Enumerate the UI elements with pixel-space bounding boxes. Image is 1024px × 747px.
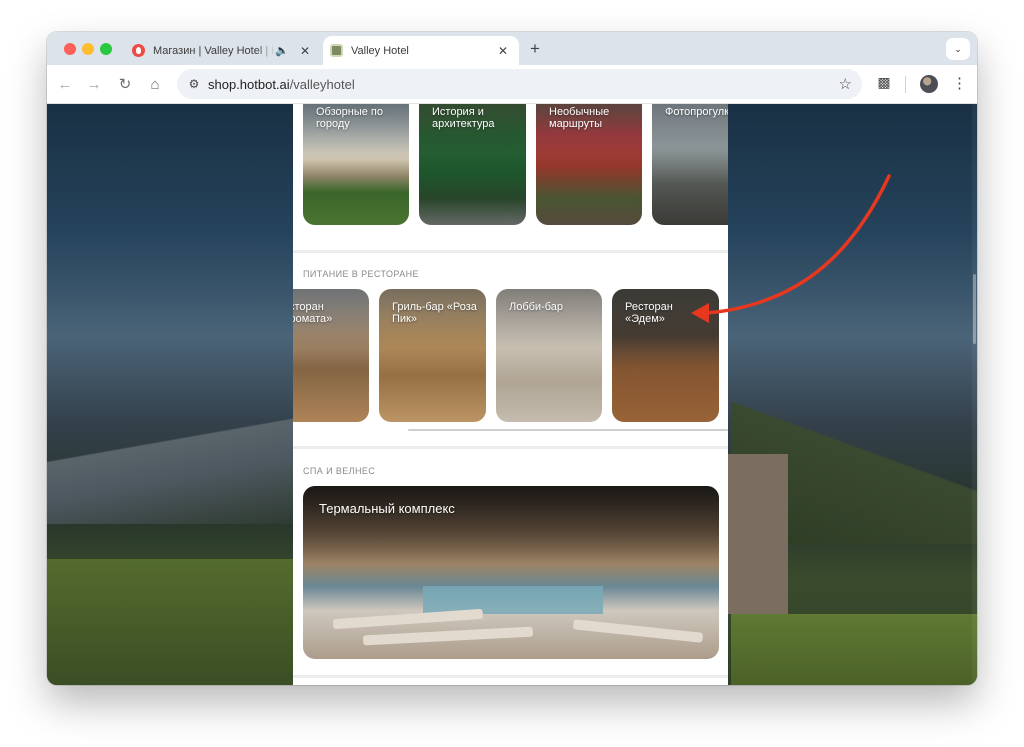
tab-valley-hotel[interactable]: Valley Hotel ✕ [323, 36, 519, 65]
browser-window: Магазин | Valley Hotel | Н 🔈 ✕ Valley Ho… [47, 32, 977, 685]
card-unusual-routes[interactable]: Необычные маршруты [536, 104, 642, 225]
section-title-spa: СПА И ВЕЛНЕС [303, 466, 376, 476]
hotbot-favicon-icon [132, 44, 145, 57]
site-info-icon[interactable]: ⚙ [186, 76, 202, 92]
card-label: Ресторан «Аромата» [293, 301, 333, 325]
card-label: Обзорные по городу [316, 106, 383, 130]
close-icon[interactable]: ✕ [495, 44, 511, 58]
address-bar[interactable]: ⚙ shop.hotbot.ai/valleyhotel ☆ [177, 69, 862, 99]
profile-avatar[interactable] [920, 75, 938, 93]
home-icon[interactable]: ⌂ [145, 75, 165, 95]
card-history-architecture[interactable]: История и архитектура [419, 104, 526, 225]
page-viewport: Обзорные по городу История и архитектура… [47, 104, 977, 685]
page-content: Обзорные по городу История и архитектура… [293, 104, 728, 685]
reload-icon[interactable]: ↻ [115, 75, 135, 95]
card-label: История и архитектура [432, 106, 495, 130]
valley-hotel-favicon-icon [330, 44, 343, 57]
card-photo-walks[interactable]: Фотопрогулки [652, 104, 728, 225]
extensions-icon[interactable]: ▩ [875, 74, 893, 92]
url-path: /valleyhotel [289, 77, 355, 92]
card-shade [652, 104, 728, 225]
card-grill-bar-roza-pik[interactable]: Гриль-бар «Роза Пик» [379, 289, 486, 422]
card-label: Ресторан «Эдем» [625, 301, 673, 325]
zoom-window-button[interactable] [100, 43, 112, 55]
card-thermal-complex[interactable]: Термальный комплекс [303, 486, 719, 659]
tab-strip: Магазин | Valley Hotel | Н 🔈 ✕ Valley Ho… [47, 32, 977, 65]
close-window-button[interactable] [64, 43, 76, 55]
card-label: Термальный комплекс [319, 501, 455, 516]
back-icon[interactable]: ← [55, 75, 75, 95]
browser-toolbar: ← → ↻ ⌂ ⚙ shop.hotbot.ai/valleyhotel ☆ ▩… [47, 65, 977, 104]
card-restaurant-edem[interactable]: Ресторан «Эдем» [612, 289, 719, 422]
tab-title: Магазин | Valley Hotel | Н [153, 44, 275, 57]
card-lobby-bar[interactable]: Лобби-бар [496, 289, 602, 422]
section-title-dining: ПИТАНИЕ В РЕСТОРАНЕ [303, 269, 419, 279]
forward-icon[interactable]: → [84, 75, 104, 95]
card-restaurant-aromata[interactable]: Ресторан «Аромата» [293, 289, 369, 422]
section-divider [293, 675, 728, 678]
section-divider [293, 250, 728, 253]
tab-title: Valley Hotel [351, 44, 409, 57]
card-label: Необычные маршруты [549, 106, 610, 130]
plus-icon[interactable]: + [525, 39, 545, 59]
dining-carousel-scrollbar[interactable] [408, 429, 728, 431]
page-scrollbar[interactable] [972, 104, 977, 685]
audio-icon[interactable]: 🔈 [275, 44, 289, 57]
section-divider [293, 446, 728, 449]
card-city-tours[interactable]: Обзорные по городу [303, 104, 409, 225]
background-meadow-right [731, 614, 977, 685]
card-label: Фотопрогулки [665, 106, 728, 118]
tab-search-icon[interactable]: ⌄ [946, 38, 970, 60]
minimize-window-button[interactable] [82, 43, 94, 55]
background-hotel-building [728, 454, 788, 614]
card-label: Лобби-бар [509, 301, 564, 313]
page-scrollbar-thumb[interactable] [973, 274, 976, 344]
card-label: Гриль-бар «Роза Пик» [392, 301, 477, 325]
star-icon[interactable]: ☆ [839, 75, 852, 93]
background-mountains [47, 404, 293, 524]
close-icon[interactable]: ✕ [297, 44, 313, 58]
menu-icon[interactable]: ⋮ [952, 74, 967, 94]
background-meadow [47, 559, 293, 685]
url-host: shop.hotbot.ai [208, 77, 290, 92]
url-text: shop.hotbot.ai/valleyhotel [208, 77, 355, 92]
tab-shop[interactable]: Магазин | Valley Hotel | Н 🔈 ✕ [125, 36, 323, 65]
toolbar-separator [905, 76, 906, 93]
